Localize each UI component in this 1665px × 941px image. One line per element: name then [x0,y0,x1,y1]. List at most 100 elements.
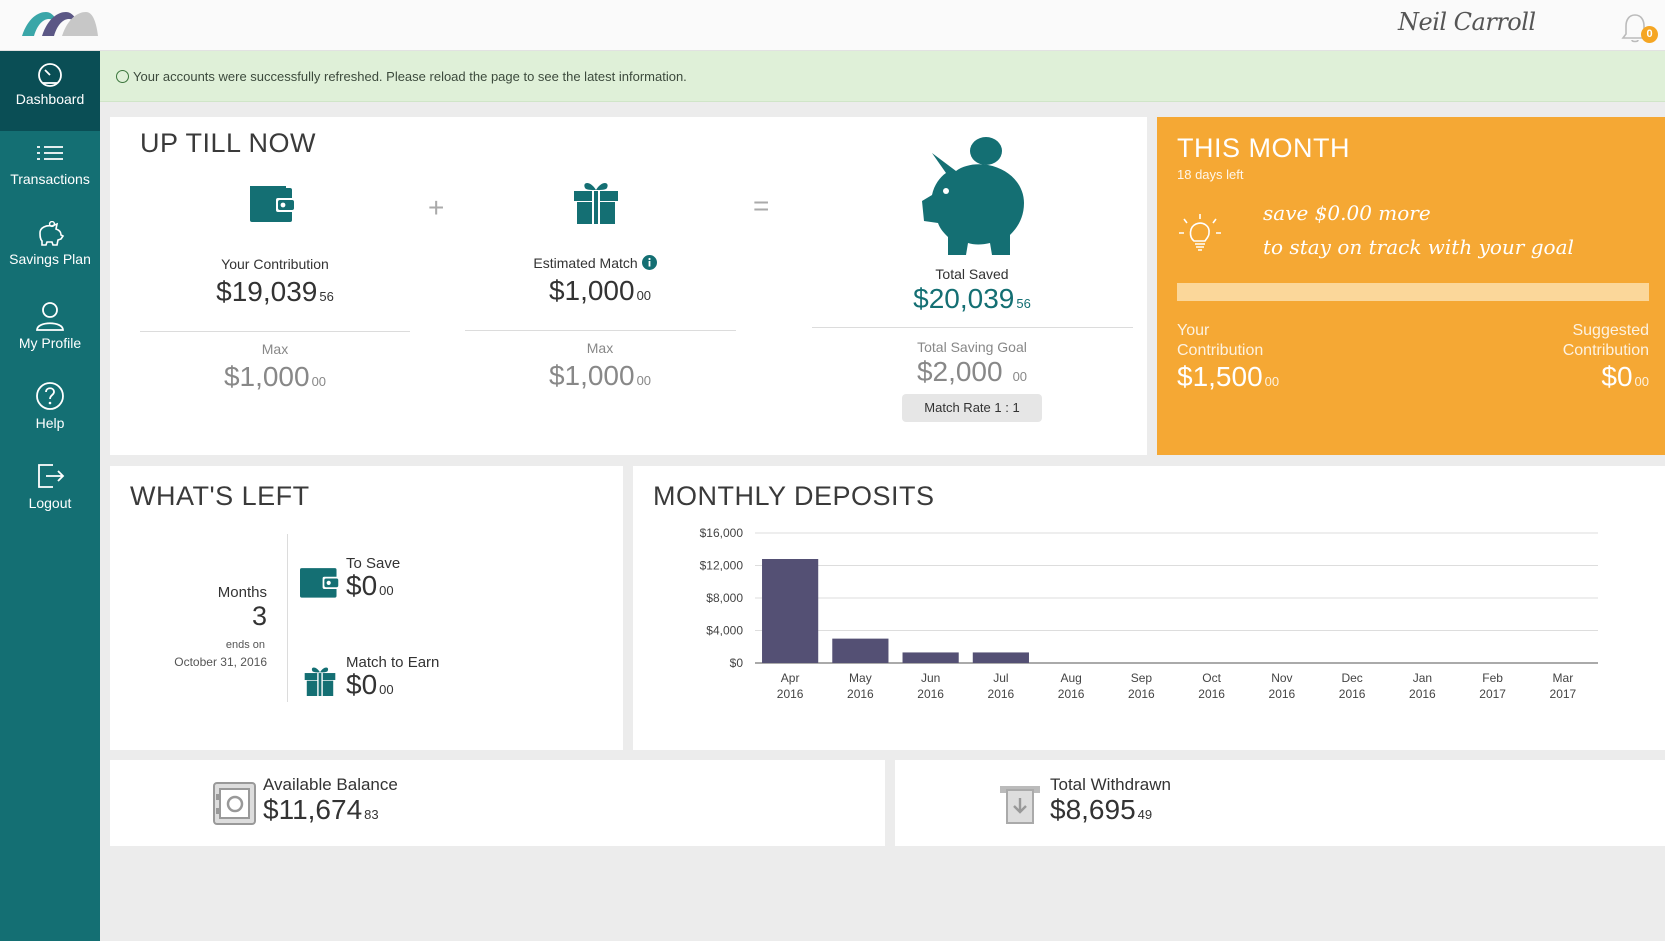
sidebar-item-savings-plan[interactable]: Savings Plan [0,211,100,291]
suggested-contribution-label: Suggested Contribution [1563,321,1649,361]
x-tick-month: Mar [1553,671,1574,685]
y-tick-label: $12,000 [700,559,744,573]
atm-withdraw-icon [1000,786,1040,824]
match-max-dollars: $1,000 [548,360,635,391]
to-save-amount: $0 00 [346,570,394,602]
to-save-dollars: $0 [346,570,378,601]
contribution-max-amount: $1,000 00 [175,361,375,393]
saving-goal-cents: 00 [1012,369,1028,384]
info-icon[interactable] [641,255,657,270]
ends-on-label: ends on [225,639,265,651]
total-withdrawn-label: Total Withdrawn [1050,775,1171,794]
match-dollars: $1,000 [548,275,635,306]
match-max-amount: $1,000 00 [500,360,700,392]
balance-dollars: $11,674 [263,794,363,825]
total-saved-cents: 56 [1016,296,1031,311]
monthly-deposits-title: MONTHLY DEPOSITS [653,481,935,511]
sidebar: Dashboard Transactions Savings Plan My P… [0,51,100,941]
months-value: 3 [251,601,267,631]
wallet-icon [250,186,296,222]
contribution-max-dollars: $1,000 [223,361,310,392]
sidebar-item-transactions[interactable]: Transactions [0,131,100,211]
this-month-title: THIS MONTH [1177,133,1350,163]
suggested-label-line1: Suggested [1572,322,1649,339]
suggested-cents: 00 [1634,374,1649,389]
match-max-label: Max [586,340,614,356]
balance-cents: 83 [364,807,379,822]
wallet-icon [300,568,340,598]
months-label: Months [217,584,267,601]
x-tick-month: Nov [1271,671,1292,685]
available-balance-label: Available Balance [263,775,398,794]
alert-message: Your accounts were successfully refreshe… [133,69,687,84]
y-tick-label: $4,000 [706,624,743,638]
suggested-dollars: $0 [1601,361,1633,392]
your-label-line1: Your [1177,322,1210,339]
x-tick-month: Jan [1413,671,1432,685]
piggy-bank-icon [922,137,1024,255]
your-contribution-label: Your Contribution [1177,321,1263,361]
x-tick-month: Feb [1482,671,1503,685]
safe-icon [213,782,256,825]
gift-icon [574,183,618,224]
withdrawn-dollars: $8,695 [1050,794,1136,825]
total-saved-dollars: $20,039 [913,283,1015,314]
question-icon [36,382,64,410]
x-tick-month: Dec [1341,671,1362,685]
days-left: 18 days left [1177,167,1244,182]
match-max-cents: 00 [636,373,652,388]
match-to-earn-dollars: $0 [346,669,378,700]
user-icon [36,302,64,331]
sidebar-item-label: My Profile [18,335,82,351]
available-balance-amount: $11,674 83 [263,794,379,826]
divider [287,534,288,702]
sidebar-item-label: Logout [28,495,72,511]
sidebar-item-help[interactable]: Help [0,371,100,451]
contribution-cents: 56 [319,289,334,304]
your-label-line2: Contribution [1177,342,1264,359]
x-tick-month: Jun [921,671,940,685]
sidebar-item-label: Help [35,415,65,431]
bar [762,559,819,663]
success-alert: Your accounts were successfully refreshe… [100,51,1665,102]
gift-icon [304,667,336,696]
match-rate-button[interactable]: Match Rate 1 : 1 [902,394,1042,422]
user-name[interactable]: Neil Carroll [1398,8,1536,36]
to-save-cents: 00 [379,583,394,598]
plus-sign: + [428,192,445,223]
speedometer-icon [38,63,62,87]
sidebar-item-label: Transactions [10,171,90,187]
x-tick-year: 2016 [917,687,944,701]
notification-badge[interactable]: 0 [1641,26,1658,43]
list-icon [37,146,63,160]
x-tick-year: 2017 [1479,687,1506,701]
contribution-max-cents: 00 [311,374,327,389]
x-tick-year: 2016 [1409,687,1436,701]
logo-icon[interactable] [22,12,98,36]
smile-icon [116,70,129,83]
x-tick-year: 2016 [1198,687,1225,701]
ends-on-date: October 31, 2016 [174,655,267,669]
piggy-bank-icon [39,221,65,246]
equals-sign: = [753,190,770,221]
your-cents: 00 [1264,374,1280,389]
match-label: Estimated Match [495,255,695,271]
sidebar-item-dashboard[interactable]: Dashboard [0,51,100,131]
bar [832,638,889,663]
contribution-max-label: Max [261,341,289,357]
logout-icon [38,464,65,488]
sidebar-item-my-profile[interactable]: My Profile [0,291,100,371]
divider [812,327,1133,328]
bar [972,652,1029,663]
contribution-dollars: $19,039 [216,276,318,307]
x-tick-year: 2016 [1058,687,1085,701]
suggested-contribution-amount: $0 00 [1601,361,1649,393]
x-tick-month: May [849,671,872,685]
x-tick-month: Sep [1131,671,1153,685]
lightbulb-icon [1179,214,1221,251]
sidebar-item-logout[interactable]: Logout [0,451,100,531]
divider [140,331,410,332]
x-tick-month: Jul [993,671,1008,685]
total-saved-label: Total Saved [935,266,1009,282]
sidebar-item-label: Savings Plan [9,251,91,267]
